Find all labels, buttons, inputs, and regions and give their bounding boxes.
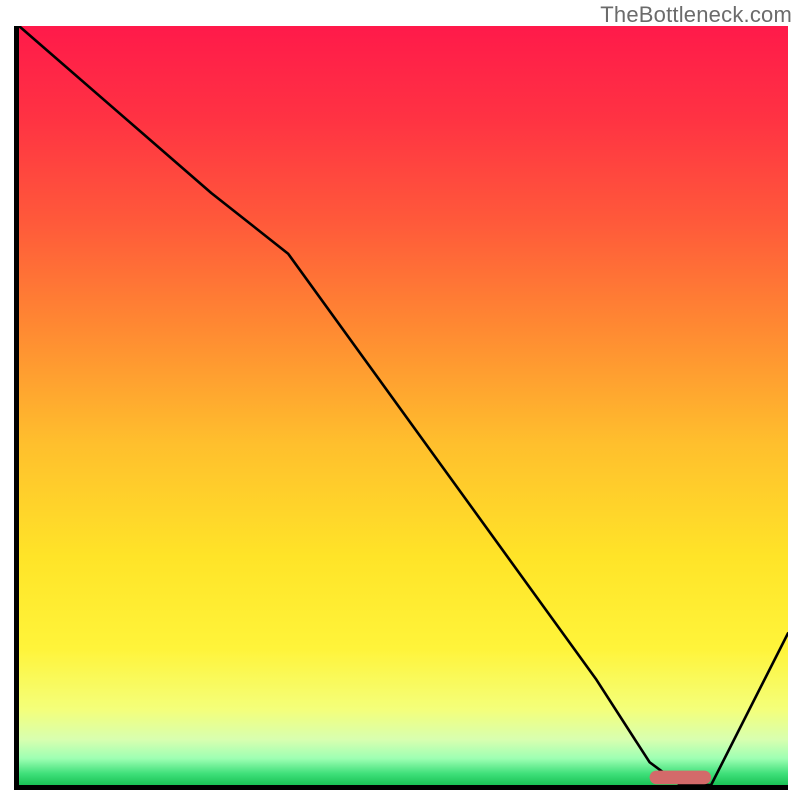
figure: TheBottleneck.com — [0, 0, 800, 800]
plot-area — [19, 26, 788, 785]
marker-highlight — [650, 771, 712, 785]
chart-overlay — [19, 26, 788, 785]
x-axis — [14, 785, 788, 790]
watermark-text: TheBottleneck.com — [600, 2, 792, 28]
series-line — [19, 26, 788, 785]
